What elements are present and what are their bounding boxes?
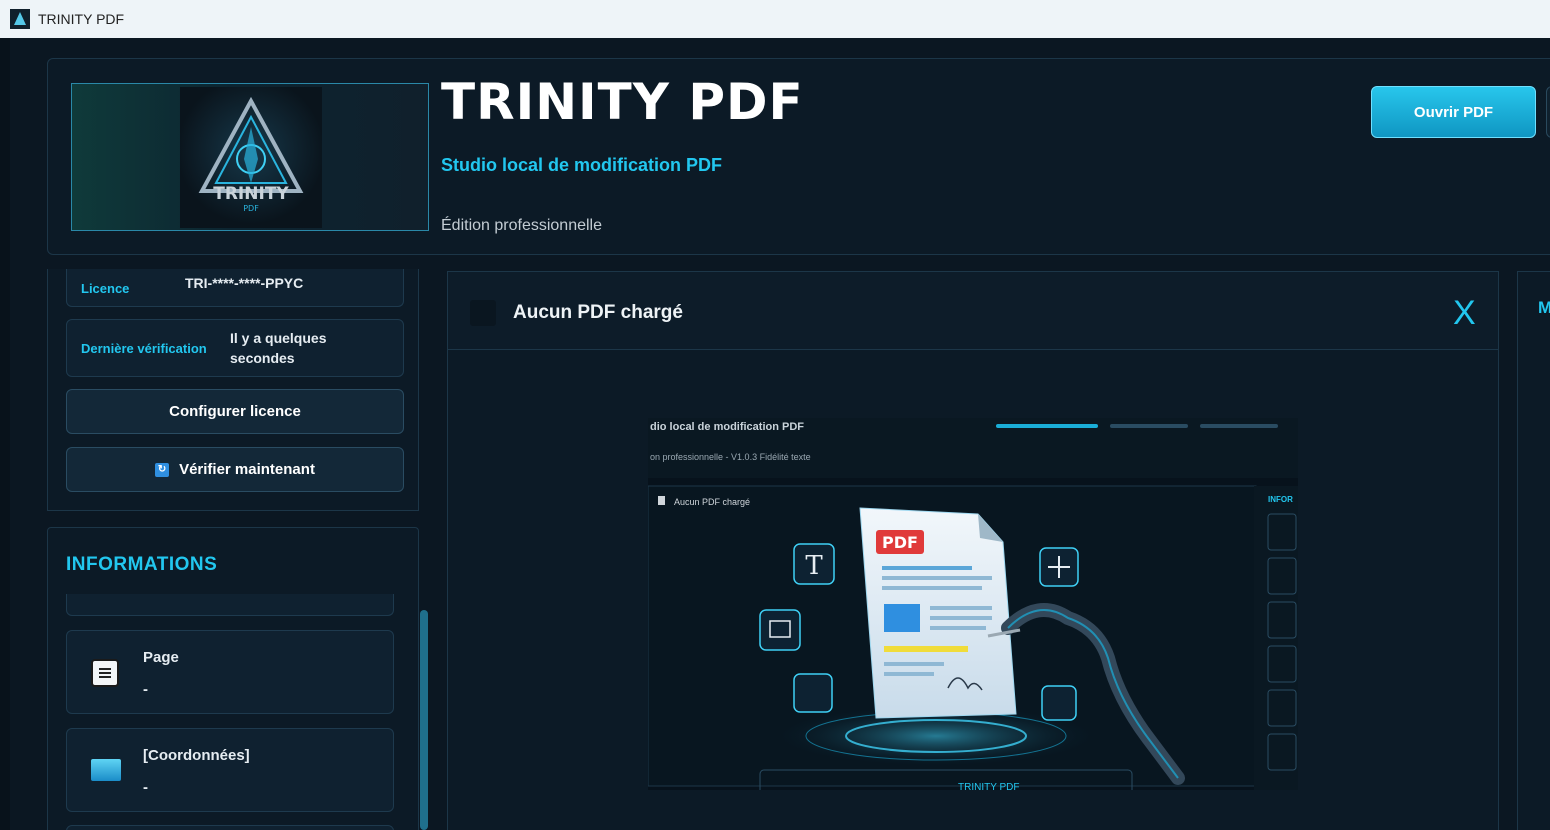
informations-panel: INFORMATIONS Page - [Coordonnées] - [47, 527, 419, 830]
licence-value: TRI-****-****-PPYC [185, 275, 304, 291]
right-panel-title: M [1538, 298, 1550, 317]
open-pdf-button[interactable]: Ouvrir PDF [1371, 86, 1536, 138]
header-panel: TRINITY PDF TRINITY PDF Studio local de … [47, 58, 1550, 255]
window-titlebar: TRINITY PDF [0, 0, 1550, 38]
last-check-row: Dernière vérification Il y a quelques se… [66, 319, 404, 377]
right-panel: M [1517, 271, 1550, 830]
window-title: TRINITY PDF [38, 11, 125, 27]
info-page-label: Page [143, 649, 179, 666]
header-secondary-button[interactable] [1546, 86, 1550, 138]
info-card-coordinates: [Coordonnées] - [66, 728, 394, 812]
document-icon [470, 300, 496, 326]
info-coordinates-value: - [143, 779, 148, 796]
licence-label: Licence [81, 281, 130, 296]
logo-text: TRINITY [213, 184, 289, 204]
app-logo-icon [10, 9, 30, 29]
configure-licence-button[interactable]: Configurer licence [66, 389, 404, 434]
preview-image: dio local de modification PDF on profess… [648, 418, 1298, 790]
preview-bottom-text: TRINITY PDF [958, 782, 1019, 790]
verify-now-button[interactable]: ↻ Vérifier maintenant [66, 447, 404, 492]
app-title: TRINITY PDF [441, 73, 804, 131]
info-page-value: - [143, 681, 148, 698]
informations-title: INFORMATIONS [66, 554, 218, 575]
viewer-panel: Aucun PDF chargé X dio local de modifica… [447, 271, 1499, 830]
app-edition: Édition professionnelle [441, 217, 602, 234]
app-subtitle: Studio local de modification PDF [441, 155, 723, 175]
preview-pdf-badge: PDF [882, 533, 918, 552]
info-card-next [66, 825, 394, 830]
info-coordinates-label: [Coordonnées] [143, 747, 250, 764]
last-check-label: Dernière vérification [81, 341, 207, 356]
info-scrollbar-thumb[interactable] [420, 610, 428, 830]
logo-subtext: PDF [243, 204, 259, 213]
preview-side-label: INFOR [1268, 495, 1293, 504]
svg-text:T: T [805, 551, 823, 581]
document-status: Aucun PDF chargé [513, 302, 683, 323]
last-check-value: Il y a quelques secondes [230, 330, 327, 366]
verify-now-label: Vérifier maintenant [179, 461, 315, 478]
preview-edition: on professionnelle - V1.0.3 Fidélité tex… [650, 452, 811, 462]
license-panel: Licence TRI-****-****-PPYC Dernière véri… [47, 269, 419, 511]
close-button[interactable]: X [1453, 294, 1476, 333]
licence-row: Licence TRI-****-****-PPYC [66, 269, 404, 307]
info-card-partial [66, 594, 394, 616]
trinity-logo-icon: TRINITY PDF [180, 87, 322, 228]
page-list-icon [91, 659, 119, 687]
coordinates-icon [91, 759, 121, 781]
refresh-icon: ↻ [155, 462, 170, 477]
app-root: TRINITY PDF TRINITY PDF Studio local de … [0, 38, 1550, 830]
viewer-header: Aucun PDF chargé X [448, 272, 1498, 350]
left-edge [0, 38, 10, 830]
info-card-page: Page - [66, 630, 394, 714]
preview-doc-status: Aucun PDF chargé [674, 497, 750, 507]
preview-subtitle: dio local de modification PDF [650, 421, 804, 433]
logo-frame: TRINITY PDF [71, 83, 429, 231]
